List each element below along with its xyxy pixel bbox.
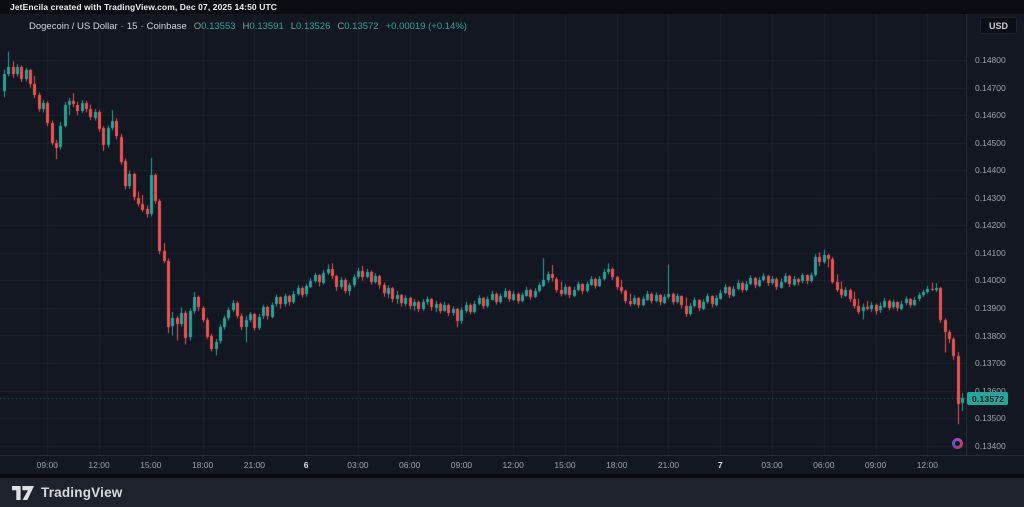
time-tick-label: 18:00	[606, 460, 628, 470]
ohlc-high: H0.13591	[242, 21, 284, 32]
candlestick-chart-canvas[interactable]	[0, 14, 966, 455]
time-tick-label: 21:00	[243, 460, 265, 470]
day-tick-label: 7	[717, 460, 723, 470]
time-tick-label: 12:00	[88, 460, 110, 470]
price-tick-label: 0.14700	[975, 82, 1006, 93]
watermark: JetEncila created with TradingView.com, …	[10, 2, 277, 12]
time-tick-label: 09:00	[36, 460, 58, 470]
chart-widget: Dogecoin / US Dollar -15- Coinbase O0.13553…	[0, 14, 1024, 474]
exchange-label: Coinbase	[146, 21, 187, 32]
price-tick-label: 0.13500	[975, 413, 1006, 424]
price-tick-label: 0.14500	[975, 137, 1006, 148]
time-tick-label: 12:00	[502, 460, 524, 470]
legend-separator: -	[120, 21, 124, 32]
time-tick-label: 12:00	[916, 460, 938, 470]
time-tick-label: 18:00	[191, 460, 214, 470]
ohlc-open: O0.13553	[193, 21, 236, 32]
currency-toggle-button[interactable]: USD	[979, 17, 1017, 34]
time-tick-label: 09:00	[864, 460, 887, 470]
price-tick-label: 0.13400	[975, 440, 1006, 451]
price-tick-label: 0.13800	[975, 330, 1006, 341]
chart-legend: Dogecoin / US Dollar -15- Coinbase O0.13553…	[29, 21, 467, 32]
time-tick-label: 06:00	[813, 460, 835, 470]
price-tick-label: 0.14800	[975, 55, 1006, 65]
last-price-badge: 0.13572	[967, 392, 1009, 406]
price-tick-label: 0.14600	[975, 110, 1006, 121]
price-tick-label: 0.14400	[975, 165, 1006, 176]
price-axis[interactable]: 0.14800 0.14700 0.14600 0.14500 0.14400 0.143…	[966, 14, 1024, 455]
time-axis[interactable]: 09:00 12:00 15:00 18:00 21:00 6 03:00 06:00 09:0…	[0, 455, 1024, 475]
time-tick-label: 03:00	[761, 460, 783, 470]
ohlc-low: L0.13526	[290, 21, 331, 32]
tradingview-wordmark[interactable]: TradingView	[41, 485, 122, 500]
time-tick-label: 15:00	[554, 460, 576, 470]
price-tick-label: 0.13900	[975, 302, 1006, 313]
time-tick-label: 21:00	[657, 460, 680, 470]
legend-separator: -	[140, 21, 144, 32]
ohlc-close: C0.13572	[337, 21, 379, 32]
cursor-icon	[952, 438, 963, 449]
price-tick-label: 0.14000	[975, 275, 1006, 286]
price-tick-label: 0.13700	[975, 358, 1006, 369]
price-tick-label: 0.14100	[975, 247, 1006, 258]
day-tick-label: 6	[303, 460, 309, 470]
tradingview-screenshot: JetEncila created with TradingView.com, …	[0, 0, 1024, 507]
price-change: +0.00019 (+0.14%)	[385, 21, 467, 32]
tradingview-logo-icon[interactable]	[12, 485, 34, 500]
interval-label: 15	[126, 21, 138, 32]
symbol-title[interactable]: Dogecoin / US Dollar	[29, 21, 118, 32]
time-tick-label: 03:00	[347, 460, 369, 470]
time-tick-label: 15:00	[140, 460, 162, 470]
price-tick-label: 0.14300	[975, 192, 1006, 203]
footer-bar: TradingView	[0, 478, 1024, 507]
time-tick-label: 09:00	[450, 460, 473, 470]
time-tick-label: 06:00	[399, 460, 421, 470]
price-tick-label: 0.14200	[975, 220, 1006, 231]
